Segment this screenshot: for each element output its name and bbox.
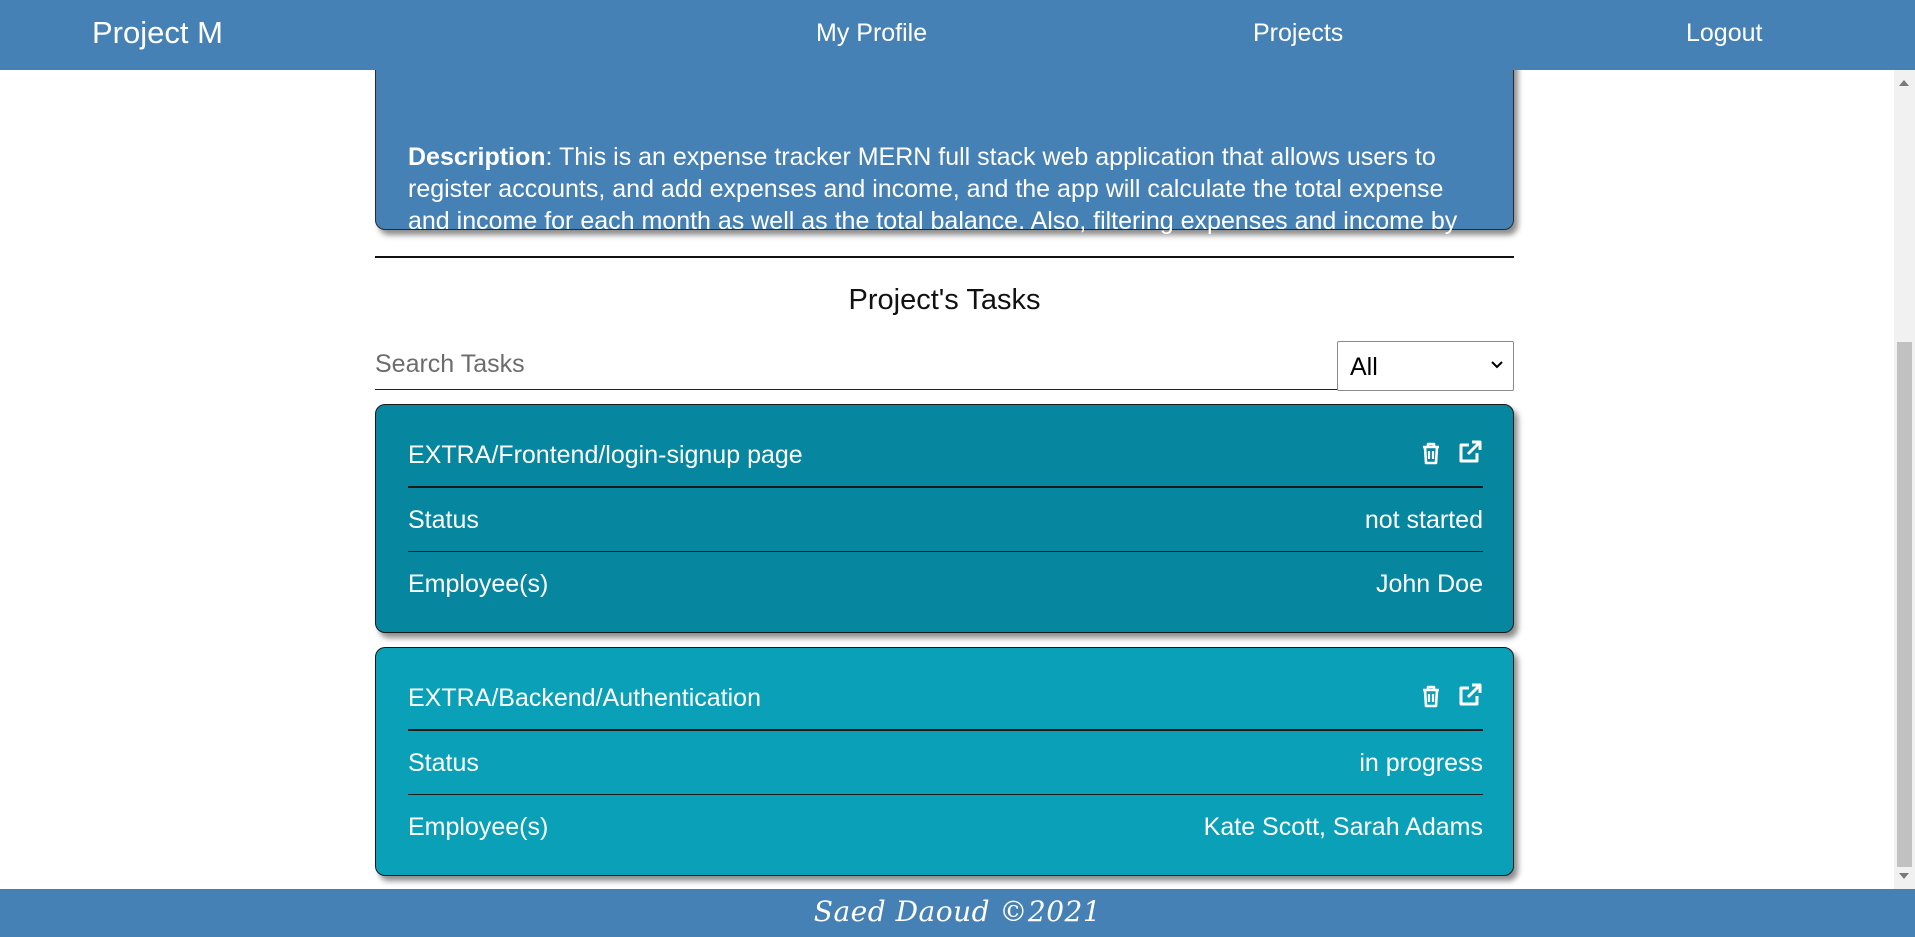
scrollbar-thumb[interactable] xyxy=(1897,342,1912,867)
brand-logo[interactable]: Project M xyxy=(92,15,223,51)
description-text: : This is an expense tracker MERN full s… xyxy=(408,143,1458,267)
section-divider xyxy=(375,256,1514,258)
trash-icon[interactable] xyxy=(1417,682,1445,710)
task-status-row: Status not started xyxy=(408,488,1483,552)
employees-label: Employee(s) xyxy=(408,813,549,841)
project-description-card: Description: This is an expense tracker … xyxy=(375,70,1514,267)
filter-selected-value: All xyxy=(1350,353,1378,381)
employees-value: John Doe xyxy=(1375,570,1483,598)
nav-my-profile[interactable]: My Profile xyxy=(816,19,927,48)
footer: Saed Daoud ©2021 xyxy=(0,889,1915,937)
task-status-row: Status in progress xyxy=(408,731,1483,795)
task-employees-row: Employee(s) John Doe xyxy=(408,552,1483,616)
task-name: EXTRA/Frontend/login-signup page xyxy=(408,441,803,469)
chevron-down-icon xyxy=(1491,361,1503,369)
scroll-up-arrow-icon[interactable] xyxy=(1899,80,1909,86)
task-card: EXTRA/Backend/Authentication Status in p… xyxy=(375,647,1514,876)
vertical-scrollbar[interactable] xyxy=(1894,70,1915,889)
top-navbar: Project M My Profile Projects Logout xyxy=(0,0,1915,70)
nav-logout[interactable]: Logout xyxy=(1686,19,1762,48)
task-status-filter[interactable]: All xyxy=(1337,341,1514,391)
search-tasks-input[interactable] xyxy=(375,340,1338,390)
status-label: Status xyxy=(408,749,479,777)
task-name: EXTRA/Backend/Authentication xyxy=(408,684,761,712)
status-value: in progress xyxy=(1359,749,1483,777)
task-actions xyxy=(1417,439,1483,469)
scroll-down-arrow-icon[interactable] xyxy=(1899,873,1909,879)
tasks-section-title: Project's Tasks xyxy=(848,284,1041,316)
external-link-icon[interactable] xyxy=(1455,682,1483,710)
description-label: Description xyxy=(408,143,546,171)
external-link-icon[interactable] xyxy=(1455,439,1483,467)
task-actions xyxy=(1417,682,1483,712)
status-value: not started xyxy=(1364,506,1483,534)
main-content: Description: This is an expense tracker … xyxy=(0,70,1894,889)
nav-projects[interactable]: Projects xyxy=(1253,19,1343,48)
task-employees-row: Employee(s) Kate Scott, Sarah Adams xyxy=(408,795,1483,859)
task-header: EXTRA/Backend/Authentication xyxy=(408,648,1483,731)
project-description: Description: This is an expense tracker … xyxy=(408,141,1483,269)
employees-value: Kate Scott, Sarah Adams xyxy=(1203,813,1483,841)
task-header: EXTRA/Frontend/login-signup page xyxy=(408,405,1483,488)
footer-copyright: Saed Daoud ©2021 xyxy=(813,895,1102,928)
employees-label: Employee(s) xyxy=(408,570,549,598)
trash-icon[interactable] xyxy=(1417,439,1445,467)
task-card: EXTRA/Frontend/login-signup page Status … xyxy=(375,404,1514,633)
status-label: Status xyxy=(408,506,479,534)
